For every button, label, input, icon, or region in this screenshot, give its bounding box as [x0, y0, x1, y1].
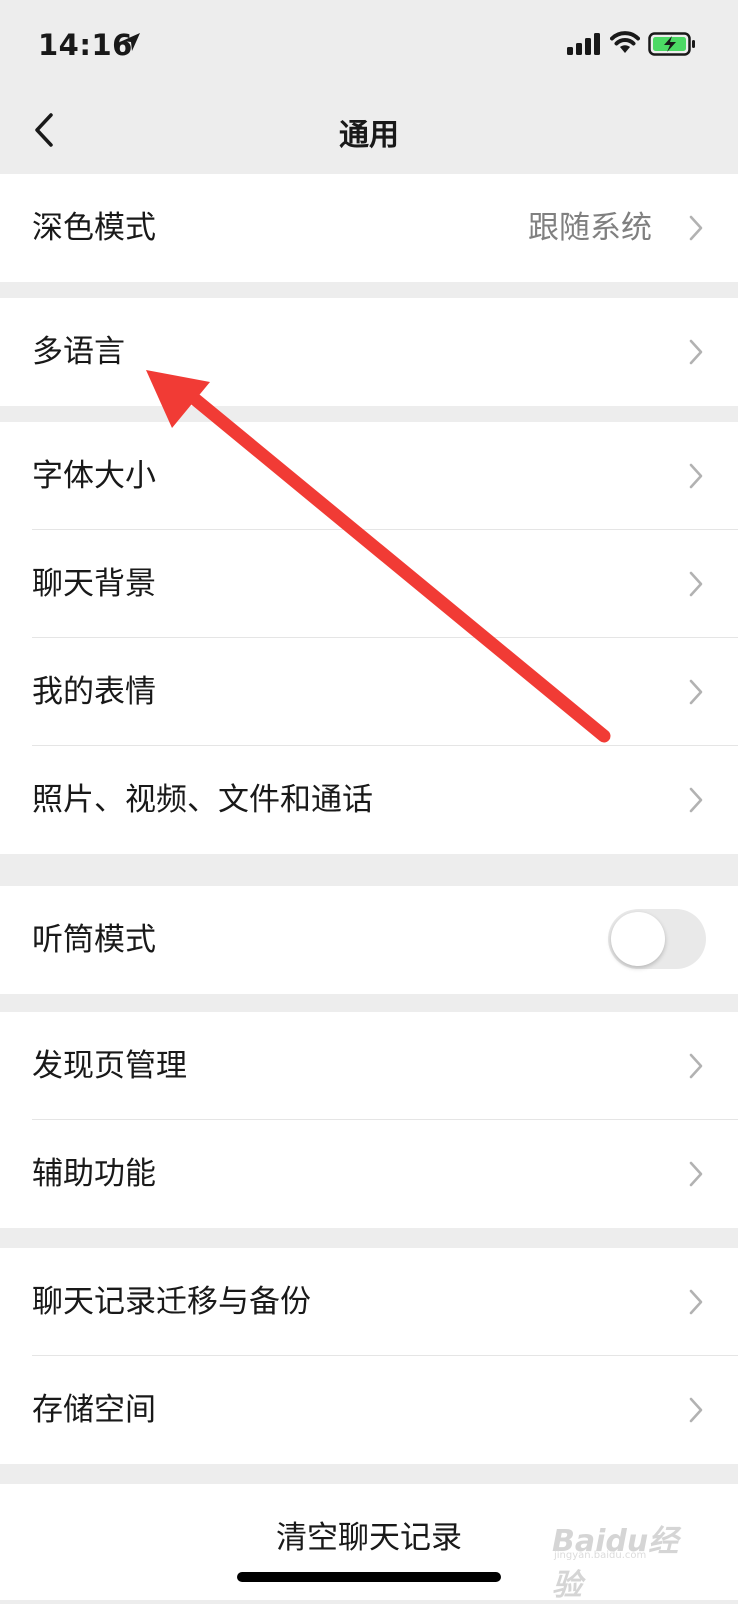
chevron-right-icon — [689, 1289, 703, 1315]
status-bar: 14:16 — [0, 0, 738, 88]
storage-row[interactable]: 存储空间 — [0, 1356, 738, 1464]
chat-migration-label: 聊天记录迁移与备份 — [32, 1284, 311, 1320]
chat-background-row[interactable]: 聊天背景 — [0, 530, 738, 638]
chat-migration-row[interactable]: 聊天记录迁移与备份 — [0, 1248, 738, 1356]
accessibility-row[interactable]: 辅助功能 — [0, 1120, 738, 1228]
chevron-right-icon — [689, 215, 703, 241]
settings-group-earpiece: 听筒模式 — [0, 886, 738, 994]
wifi-icon — [610, 30, 640, 58]
dark-mode-label: 深色模式 — [32, 210, 156, 246]
settings-group-appearance: 深色模式 跟随系统 — [0, 174, 738, 282]
chevron-right-icon — [689, 1397, 703, 1423]
storage-label: 存储空间 — [32, 1392, 156, 1428]
chevron-right-icon — [689, 463, 703, 489]
battery-charging-icon — [648, 32, 696, 60]
settings-group-language: 多语言 — [0, 298, 738, 406]
dark-mode-row[interactable]: 深色模式 跟随系统 — [0, 174, 738, 282]
location-arrow-icon — [120, 31, 142, 57]
chevron-right-icon — [689, 571, 703, 597]
language-row[interactable]: 多语言 — [0, 298, 738, 406]
chevron-right-icon — [689, 679, 703, 705]
home-indicator[interactable] — [237, 1572, 501, 1582]
dark-mode-value: 跟随系统 — [528, 210, 652, 246]
chevron-right-icon — [689, 787, 703, 813]
chevron-right-icon — [689, 1161, 703, 1187]
settings-group-storage: 聊天记录迁移与备份 存储空间 — [0, 1248, 738, 1464]
status-time: 14:16 — [38, 28, 133, 62]
toggle-knob — [611, 912, 665, 966]
media-files-label: 照片、视频、文件和通话 — [32, 782, 373, 818]
discover-manage-label: 发现页管理 — [32, 1048, 187, 1084]
navigation-bar: 通用 — [0, 88, 738, 174]
chevron-right-icon — [689, 1053, 703, 1079]
discover-manage-row[interactable]: 发现页管理 — [0, 1012, 738, 1120]
earpiece-mode-row: 听筒模式 — [0, 886, 738, 994]
cellular-signal-icon — [567, 33, 601, 59]
media-files-row[interactable]: 照片、视频、文件和通话 — [0, 746, 738, 854]
language-label: 多语言 — [32, 334, 125, 370]
chevron-right-icon — [689, 339, 703, 365]
accessibility-label: 辅助功能 — [32, 1156, 156, 1192]
earpiece-mode-toggle[interactable] — [608, 909, 706, 969]
chat-background-label: 聊天背景 — [32, 566, 156, 602]
watermark: Baidu经验 jingyan.baidu.com — [552, 1500, 702, 1603]
my-stickers-row[interactable]: 我的表情 — [0, 638, 738, 746]
my-stickers-label: 我的表情 — [32, 674, 156, 710]
watermark-url: jingyan.baidu.com — [554, 1550, 647, 1561]
earpiece-mode-label: 听筒模式 — [32, 922, 156, 958]
settings-group-chat: 字体大小 聊天背景 我的表情 照片、视频、文件和通话 — [0, 422, 738, 854]
page-title: 通用 — [339, 118, 399, 153]
font-size-row[interactable]: 字体大小 — [0, 422, 738, 530]
font-size-label: 字体大小 — [32, 458, 156, 494]
settings-group-features: 发现页管理 辅助功能 — [0, 1012, 738, 1228]
